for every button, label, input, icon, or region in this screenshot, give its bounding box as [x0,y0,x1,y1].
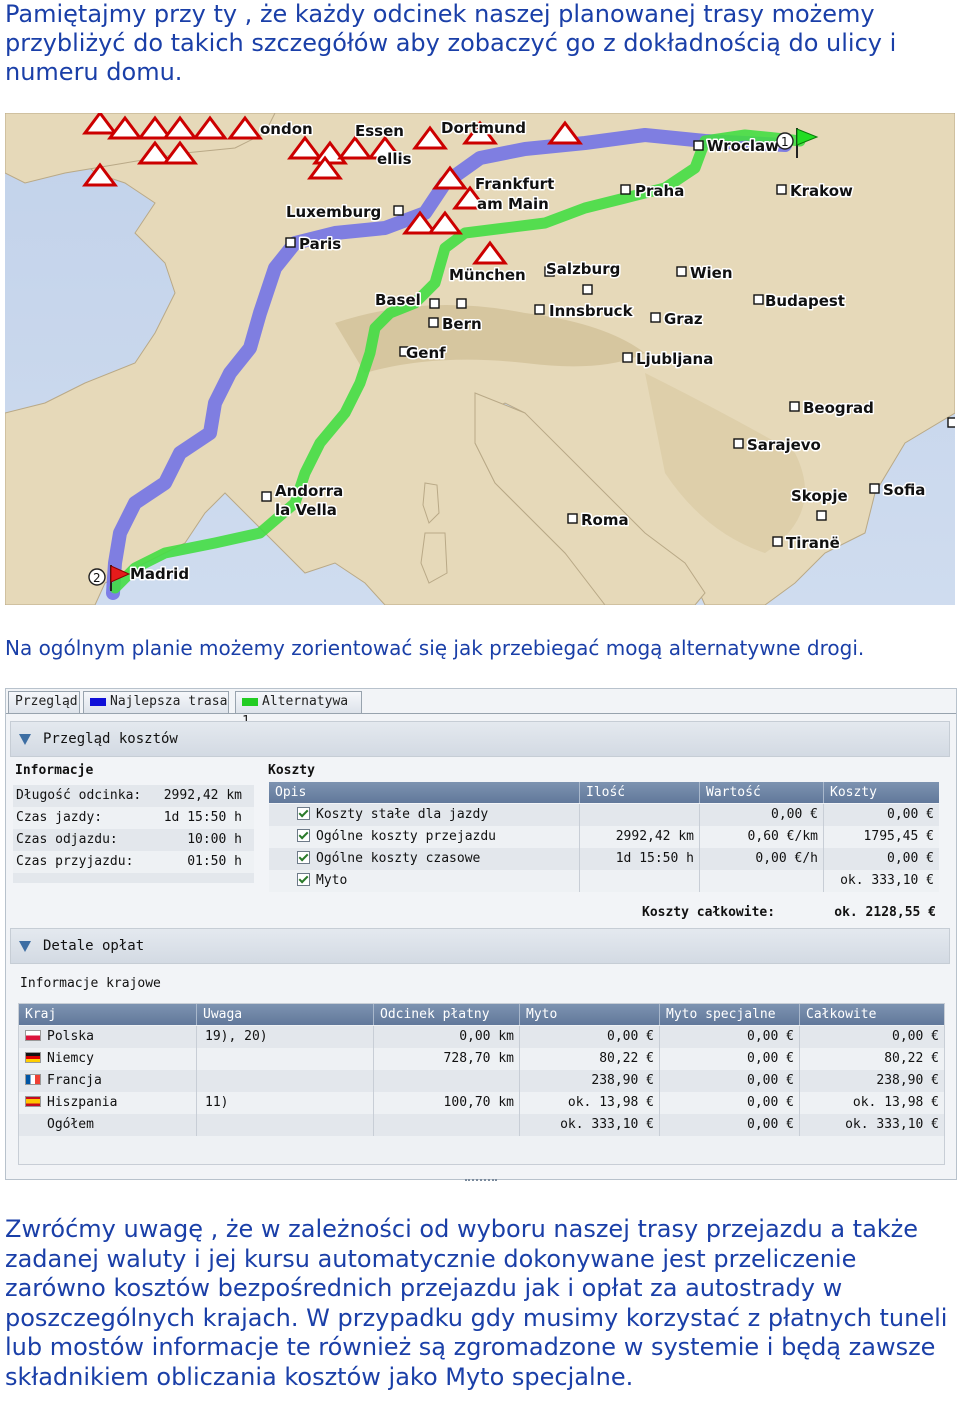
city-tirane: Tiranë [786,534,840,552]
city-bern: Bern [442,315,482,333]
city-munchen: München [449,266,526,284]
tab-bar: Przegląd Najlepsza trasa Alternatywa 1 [6,689,956,729]
city-innsbruck: Innsbruck [549,302,634,320]
tab-best-route[interactable]: Najlepsza trasa [83,691,229,713]
fees-table-header: Kraj Uwaga Odcinek płatny Myto Myto spec… [19,1004,944,1043]
flag-poland-icon [25,1030,41,1041]
fees-detail-header[interactable]: Detale opłat [10,928,950,964]
col-cost[interactable]: Koszty [823,782,939,803]
svg-text:1: 1 [781,135,789,149]
city-bruxelles: ellis [377,150,412,168]
city-graz: Graz [664,310,703,328]
costs-row: Ogólne koszty przejazdu 2992,42 km 0,60 … [269,826,939,848]
city-salzburg: Salzburg [546,260,620,278]
city-roma: Roma [581,511,629,529]
city-praha: Praha [635,182,684,200]
closing-paragraph: Zwróćmy uwagę , że w zależności od wybor… [5,1215,948,1391]
col-note[interactable]: Uwaga [196,1004,373,1025]
best-route-swatch [90,697,106,706]
costs-row: Myto ok. 333,10 € [269,870,939,892]
col-country[interactable]: Kraj [19,1004,196,1025]
city-basel: Basel [375,291,421,309]
country-info-label: Informacje krajowe [20,976,161,991]
cost-overview-header[interactable]: Przegląd kosztów [10,721,950,757]
route-map[interactable]: Wroclaw Krakow Praha Frankfurt am Main D… [5,113,955,605]
checkbox[interactable] [297,807,310,820]
fees-row: Francja 238,90 € 0,00 € 238,90 € [19,1070,944,1092]
costs-title: Koszty [268,763,315,778]
city-budapest: Budapest [765,292,845,310]
col-total[interactable]: Całkowite koszty... [799,1004,944,1043]
city-luxemburg: Luxemburg [286,203,381,221]
flag-spain-icon [25,1096,41,1107]
info-row: Czas jazdy: 1d 15:50 h [13,807,254,829]
tab-overview[interactable]: Przegląd [8,691,80,713]
city-sarajevo: Sarajevo [747,436,821,454]
city-paris: Paris [299,235,341,253]
flag-france-icon [25,1074,41,1085]
collapse-triangle-icon[interactable] [19,941,31,952]
tab-alternative-1[interactable]: Alternatywa 1 [235,691,362,729]
city-wroclaw: Wroclaw [707,137,779,155]
info-row: Czas przyjazdu: 01:50 h [13,851,254,873]
alt-route-swatch [242,697,258,706]
city-andorra-vella: la Vella [275,501,337,519]
city-madrid: Madrid [130,565,189,583]
city-andorra: Andorra [275,482,343,500]
resize-grip[interactable] [465,1179,497,1184]
info-title: Informacje [15,763,94,778]
checkbox[interactable] [297,873,310,886]
fees-row: Hiszpania 11) 100,70 km ok. 13,98 € 0,00… [19,1092,944,1114]
checkbox[interactable] [297,851,310,864]
costs-row: Ogólne koszty czasowe 1d 15:50 h 0,00 €/… [269,848,939,870]
city-frankfurt-main: am Main [477,195,549,213]
total-cost-label: Koszty całkowite: [642,905,776,920]
checkbox[interactable] [297,829,310,842]
overview-caption: Na ogólnym planie możemy zorientować się… [5,636,865,660]
col-toll[interactable]: Myto [519,1004,659,1025]
city-sofia: Sofia [883,481,925,499]
intro-paragraph: Pamiętajmy przy ty , że każdy odcinek na… [5,0,897,86]
city-essen: Essen [355,122,404,140]
info-row: Długość odcinka: 2992,42 km [13,785,254,807]
col-value[interactable]: Wartość [699,782,823,803]
fees-row-total: Ogółem ok. 333,10 € 0,00 € ok. 333,10 € [19,1114,944,1136]
city-krakow: Krakow [790,182,853,200]
city-frankfurt: Frankfurt [475,175,554,193]
city-skopje: Skopje [791,487,848,505]
fees-table: Kraj Uwaga Odcinek płatny Myto Myto spec… [18,1003,945,1165]
route-cost-panel: Przegląd Najlepsza trasa Alternatywa 1 P… [5,688,957,1181]
costs-table-header: Opis Ilość Wartość Koszty [269,782,939,803]
col-special-toll[interactable]: Myto specjalne [659,1004,799,1025]
collapse-triangle-icon[interactable] [19,734,31,745]
col-qty[interactable]: Ilość [579,782,699,803]
col-paid-distance[interactable]: Odcinek płatny [373,1004,519,1025]
city-ljubljana: Ljubljana [636,350,713,368]
info-row: Czas odjazdu: 10:00 h [13,829,254,851]
flag-germany-icon [25,1052,41,1063]
costs-row: Koszty stałe dla jazdy 0,00 € 0,00 € [269,804,939,826]
city-genf: Genf [406,344,446,362]
svg-text:2: 2 [93,571,101,585]
city-dortmund: Dortmund [441,119,526,137]
city-wien: Wien [690,264,733,282]
fees-row: Polska 19), 20) 0,00 km 0,00 € 0,00 € 0,… [19,1026,944,1048]
city-beograd: Beograd [803,399,874,417]
total-cost-value: ok. 2128,55 € [834,905,936,920]
fees-row: Niemcy 728,70 km 80,22 € 0,00 € 80,22 € [19,1048,944,1070]
city-london: ondon [260,120,313,138]
col-desc[interactable]: Opis [269,782,579,803]
